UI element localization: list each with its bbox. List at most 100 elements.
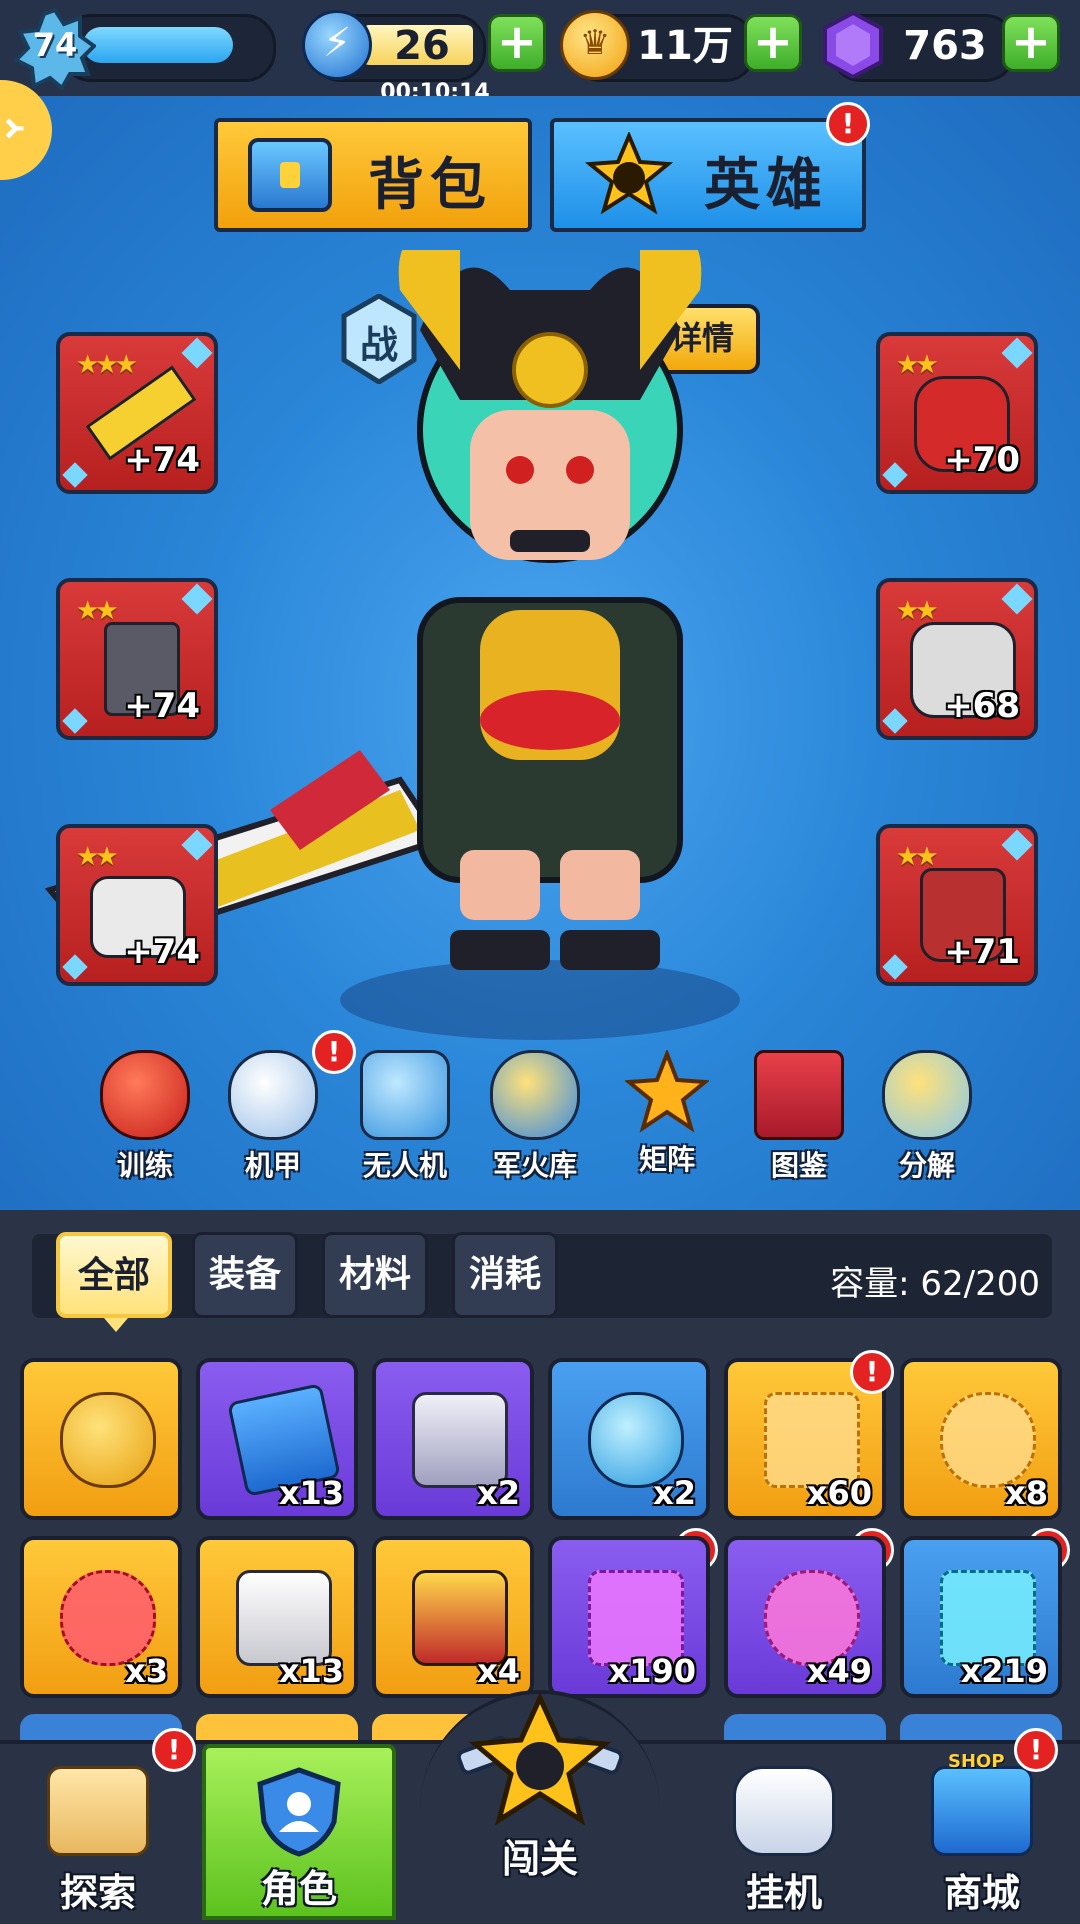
rarity-corner-icon [1001, 583, 1033, 615]
item-count: x219 [960, 1652, 1048, 1690]
nav-role[interactable]: 角色 [202, 1744, 396, 1920]
inventory-item[interactable]: x2 [548, 1358, 710, 1520]
add-coins-button[interactable]: + [744, 14, 802, 72]
slot-level: +71 [944, 932, 1020, 972]
inventory-item[interactable]: x13 [196, 1536, 358, 1698]
rarity-corner-icon [882, 954, 908, 980]
rarity-corner-icon [882, 462, 908, 488]
nav-stage-label: 闯关 [501, 1837, 578, 1881]
mech-helmet-icon [228, 1050, 318, 1140]
filter-tab-materials[interactable]: 材料 [322, 1232, 428, 1318]
filter-tab-all[interactable]: 全部 [56, 1232, 172, 1318]
feature-mech[interactable]: 机甲 [218, 1050, 328, 1184]
nav-explore-alert-icon: ! [152, 1728, 196, 1772]
rarity-corner-icon [62, 462, 88, 488]
rarity-corner-icon [181, 337, 213, 369]
matrix-star-icon [625, 1050, 709, 1133]
rarity-corner-icon [1001, 829, 1033, 861]
feature-codex[interactable]: 图鉴 [744, 1050, 854, 1184]
equip-slot-helmet[interactable]: ★★ +70 [876, 332, 1038, 494]
hero-emblem-icon [584, 132, 674, 215]
feature-matrix[interactable]: 矩阵 [612, 1050, 722, 1178]
drone-icon [360, 1050, 450, 1140]
shop-badge-text: SHOP [948, 1751, 1005, 1772]
screw-icon [882, 1050, 972, 1140]
item-count: x2 [477, 1474, 520, 1512]
nav-explore-label: 探索 [59, 1871, 136, 1915]
add-energy-button[interactable]: + [488, 14, 546, 72]
item-count: x13 [278, 1652, 344, 1690]
slot-level: +74 [124, 440, 200, 480]
inventory-item[interactable]: x190 [548, 1536, 710, 1698]
equip-slot-armor[interactable]: ★★ +68 [876, 578, 1038, 740]
slot-stars: ★★ [76, 842, 119, 872]
backpack-tab[interactable]: 背包 [214, 118, 532, 232]
inventory-item[interactable] [20, 1358, 182, 1520]
feature-label: 分解 [898, 1149, 955, 1182]
feature-label: 机甲 [244, 1149, 301, 1182]
equip-slot-chip[interactable]: ★★ +74 [56, 578, 218, 740]
inventory-item[interactable]: x13 [196, 1358, 358, 1520]
feature-arsenal[interactable]: 军火库 [480, 1050, 590, 1184]
item-count: x2 [653, 1474, 696, 1512]
nav-stage[interactable]: 闯关 [440, 1691, 640, 1920]
feature-label: 图鉴 [770, 1149, 827, 1182]
coin-icon: ♛ [560, 10, 630, 80]
nav-idle-label: 挂机 [745, 1871, 822, 1915]
item-count: x49 [806, 1652, 872, 1690]
item-count: x60 [806, 1474, 872, 1512]
rarity-corner-icon [882, 708, 908, 734]
nav-shop[interactable]: SHOP 商城 [884, 1744, 1080, 1920]
side-event-icon: ᚛ [4, 110, 24, 145]
filter-tab-equipment[interactable]: 装备 [192, 1232, 298, 1318]
slot-stars: ★★ [896, 350, 939, 380]
backpack-tab-label: 背包 [368, 153, 492, 218]
inventory-capacity: 容量: 62/200 [830, 1264, 1040, 1304]
inventory-item[interactable]: x8 [900, 1358, 1062, 1520]
coin-count: 11万 [637, 23, 733, 69]
rarity-corner-icon [181, 829, 213, 861]
stage-emblem-icon [456, 1691, 624, 1826]
codex-book-icon [754, 1050, 844, 1140]
equip-slot-glove[interactable]: ★★ +74 [56, 824, 218, 986]
shield-user-icon [257, 1767, 341, 1857]
slot-level: +74 [124, 686, 200, 726]
xp-fill [83, 27, 233, 63]
slot-level: +74 [124, 932, 200, 972]
feature-label: 矩阵 [638, 1143, 695, 1176]
hero-tab-alert-icon: ! [826, 102, 870, 146]
inventory-item[interactable]: x4 [372, 1536, 534, 1698]
feature-dismantle[interactable]: 分解 [872, 1050, 982, 1184]
gem-count: 763 [903, 23, 987, 69]
energy-count: 26 [394, 23, 450, 69]
player-level: 74 [32, 26, 78, 64]
nav-role-label: 角色 [260, 1867, 337, 1911]
feature-drone[interactable]: 无人机 [350, 1050, 460, 1184]
feature-training[interactable]: 训练 [90, 1050, 200, 1184]
slot-level: +70 [944, 440, 1020, 480]
shop-icon: SHOP [931, 1751, 1033, 1856]
inventory-item[interactable]: x49 [724, 1536, 886, 1698]
slot-stars: ★★★ [76, 350, 138, 380]
active-tab-pointer-icon [104, 1318, 128, 1332]
item-count: x8 [1005, 1474, 1048, 1512]
hero-tab[interactable]: 英雄 [550, 118, 866, 232]
equip-slot-weapon[interactable]: ★★★ +74 [56, 332, 218, 494]
rarity-corner-icon [62, 708, 88, 734]
inventory-item[interactable]: x219 [900, 1536, 1062, 1698]
chest-lock-icon [280, 162, 300, 188]
feature-label: 无人机 [362, 1149, 447, 1182]
nav-shop-label: 商城 [943, 1871, 1020, 1915]
inventory-item[interactable]: x2 [372, 1358, 534, 1520]
hero-tab-label: 英雄 [704, 153, 828, 218]
gold-bomb-icon [60, 1392, 156, 1488]
nav-idle[interactable]: 挂机 [686, 1744, 882, 1920]
item-count: x13 [278, 1474, 344, 1512]
arsenal-icon [490, 1050, 580, 1140]
inventory-item[interactable]: x3 [20, 1536, 182, 1698]
filter-tab-consumables[interactable]: 消耗 [452, 1232, 558, 1318]
rarity-corner-icon [1001, 337, 1033, 369]
lightning-icon: ⚡ [302, 10, 372, 80]
equip-slot-boots[interactable]: ★★ +71 [876, 824, 1038, 986]
add-gems-button[interactable]: + [1002, 14, 1060, 72]
